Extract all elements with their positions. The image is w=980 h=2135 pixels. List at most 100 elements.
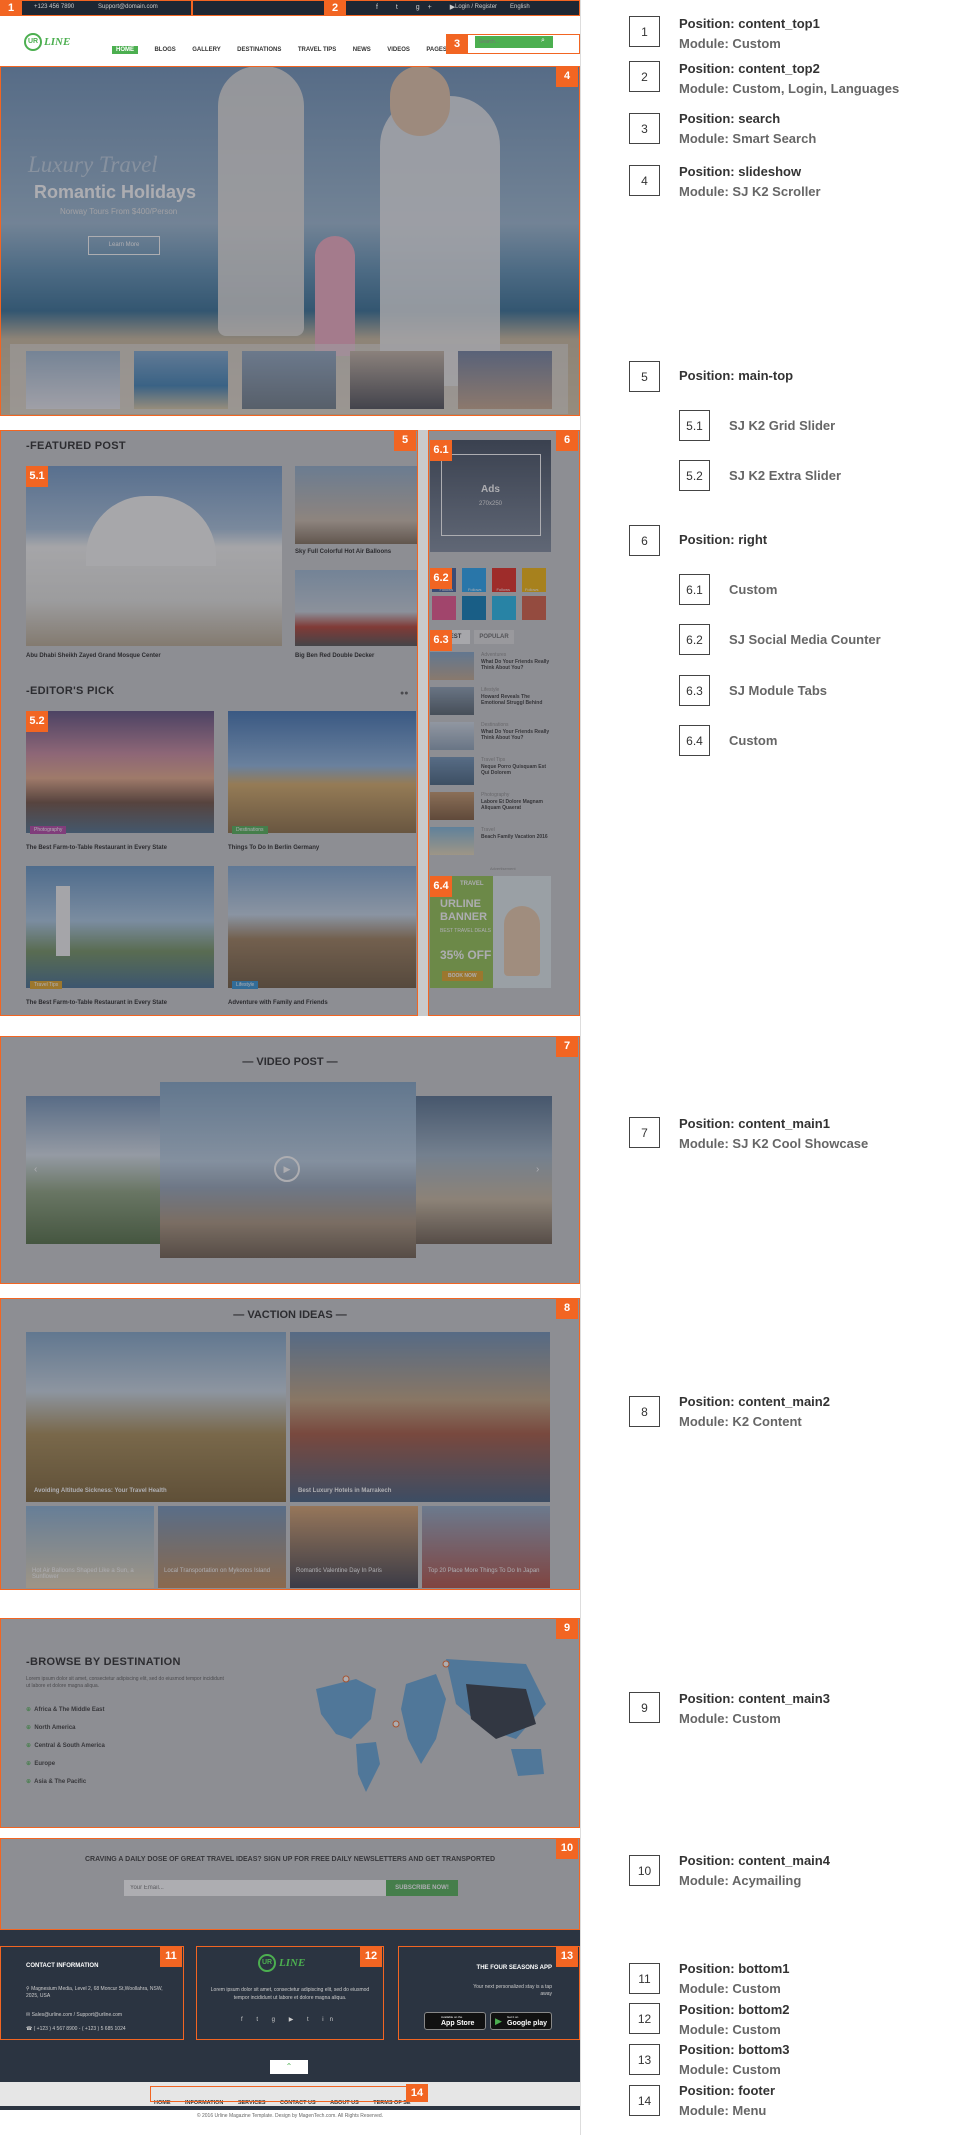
- legend-module: SJ Module Tabs: [729, 683, 827, 698]
- position-overlay: [0, 1298, 580, 1590]
- position-overlay: [0, 430, 418, 1016]
- position-tag: 5: [394, 430, 416, 451]
- position-tag: 2: [324, 0, 346, 16]
- legend-position: Position: content_top1: [679, 16, 820, 31]
- main-nav: HOME BLOGS GALLERY DESTINATIONS TRAVEL T…: [112, 38, 459, 56]
- legend-number: 3: [629, 113, 660, 144]
- legend-number: 6.2: [679, 624, 710, 655]
- nav-videos[interactable]: VIDEOS: [387, 47, 410, 53]
- position-tag: 6.2: [430, 568, 452, 589]
- legend-module: Module: SJ K2 Cool Showcase: [679, 1136, 869, 1151]
- logo-text[interactable]: LINE: [44, 36, 70, 48]
- legend-position: Position: bottom2: [679, 2002, 790, 2017]
- legend-module: Module: Acymailing: [679, 1873, 802, 1888]
- position-tag: 5.2: [26, 711, 48, 732]
- legend-module: Module: Smart Search: [679, 131, 817, 146]
- copyright: © 2016 Urline Magazine Template. Design …: [196, 2113, 384, 2119]
- position-overlay: [0, 1946, 184, 2040]
- position-overlay: [0, 1838, 580, 1930]
- logo-mark[interactable]: UR: [24, 33, 42, 51]
- position-tag: 4: [556, 66, 578, 87]
- position-tag: 9: [556, 1618, 578, 1639]
- position-tag: 6: [556, 430, 578, 451]
- legend-number: 6: [629, 525, 660, 556]
- position-overlay: [0, 1036, 580, 1284]
- legend-module: Module: Custom: [679, 1711, 781, 1726]
- nav-travel-tips[interactable]: TRAVEL TIPS: [298, 47, 336, 53]
- legend-position: Position: bottom3: [679, 2042, 790, 2057]
- position-overlay: [150, 2086, 428, 2102]
- position-overlay: [192, 0, 580, 16]
- nav-blogs[interactable]: BLOGS: [154, 47, 175, 53]
- position-tag: 7: [556, 1036, 578, 1057]
- legend-number: 1: [629, 16, 660, 47]
- legend-divider: [580, 0, 581, 2135]
- legend-module: Module: Menu: [679, 2103, 767, 2118]
- nav-home[interactable]: HOME: [112, 46, 138, 54]
- legend-module: SJ K2 Grid Slider: [729, 418, 836, 433]
- position-overlay: [196, 1946, 384, 2040]
- legend-module: Module: SJ K2 Scroller: [679, 184, 821, 199]
- legend-number: 8: [629, 1396, 660, 1427]
- position-overlay: [398, 1946, 580, 2040]
- position-overlay: [0, 66, 580, 416]
- position-tag: 12: [360, 1946, 382, 1967]
- legend-module: Module: Custom: [679, 2022, 781, 2037]
- legend-number: 6.3: [679, 675, 710, 706]
- legend-number: 6.4: [679, 725, 710, 756]
- position-tag: 10: [556, 1838, 578, 1859]
- position-tag: 13: [556, 1946, 578, 1967]
- nav-gallery[interactable]: GALLERY: [192, 47, 220, 53]
- position-tag: 3: [446, 34, 468, 54]
- legend-position: Position: content_main1: [679, 1116, 830, 1131]
- legend-module: SJ K2 Extra Slider: [729, 468, 841, 483]
- legend-number: 2: [629, 61, 660, 92]
- legend-position: Position: content_main3: [679, 1691, 830, 1706]
- legend-module: Module: Custom: [679, 36, 781, 51]
- legend-module: Custom: [729, 582, 778, 597]
- position-overlay: [428, 430, 580, 1016]
- legend-position: Position: main-top: [679, 368, 794, 383]
- position-tag: 6.4: [430, 876, 452, 897]
- legend-position: Position: content_top2: [679, 61, 820, 76]
- legend-number: 7: [629, 1117, 660, 1148]
- legend-number: 5.1: [679, 410, 710, 441]
- legend-position: Position: content_main2: [679, 1394, 830, 1409]
- position-tag: 1: [0, 0, 22, 16]
- legend-module: Module: Custom, Login, Languages: [679, 81, 900, 96]
- position-tag: 11: [160, 1946, 182, 1967]
- legend-number: 14: [629, 2085, 660, 2116]
- nav-pages[interactable]: PAGES: [426, 47, 447, 53]
- nav-destinations[interactable]: DESTINATIONS: [237, 47, 281, 53]
- position-tag: 8: [556, 1298, 578, 1319]
- legend-number: 13: [629, 2044, 660, 2075]
- position-overlay: [0, 1618, 580, 1828]
- legend-number: 5: [629, 361, 660, 392]
- nav-news[interactable]: NEWS: [353, 47, 371, 53]
- legend-module: Module: Custom: [679, 1981, 781, 1996]
- site-preview: +123 456 7890 Support@domain.com f t g+ …: [0, 0, 580, 2135]
- legend-module: Module: Custom: [679, 2062, 781, 2077]
- legend-number: 10: [629, 1855, 660, 1886]
- legend-number: 9: [629, 1692, 660, 1723]
- legend-number: 11: [629, 1963, 660, 1994]
- legend-position: Position: bottom1: [679, 1961, 790, 1976]
- position-tag: 6.3: [430, 630, 452, 651]
- position-tag: 6.1: [430, 440, 452, 461]
- legend-module: SJ Social Media Counter: [729, 632, 881, 647]
- position-tag: 5.1: [26, 466, 48, 487]
- legend-position: Position: right: [679, 532, 768, 547]
- legend-number: 5.2: [679, 460, 710, 491]
- legend-position: Position: content_main4: [679, 1853, 830, 1868]
- position-tag: 14: [406, 2084, 428, 2102]
- position-legend: 1 Position: content_top1 Module: Custom …: [580, 0, 980, 2135]
- legend-number: 6.1: [679, 574, 710, 605]
- position-overlay: [0, 0, 192, 16]
- legend-number: 4: [629, 165, 660, 196]
- legend-position: Position: slideshow: [679, 164, 802, 179]
- legend-number: 12: [629, 2003, 660, 2034]
- back-to-top-button[interactable]: ⌃: [270, 2060, 308, 2074]
- legend-position: Position: footer: [679, 2083, 776, 2098]
- legend-module: Custom: [729, 733, 778, 748]
- legend-position: Position: search: [679, 111, 781, 126]
